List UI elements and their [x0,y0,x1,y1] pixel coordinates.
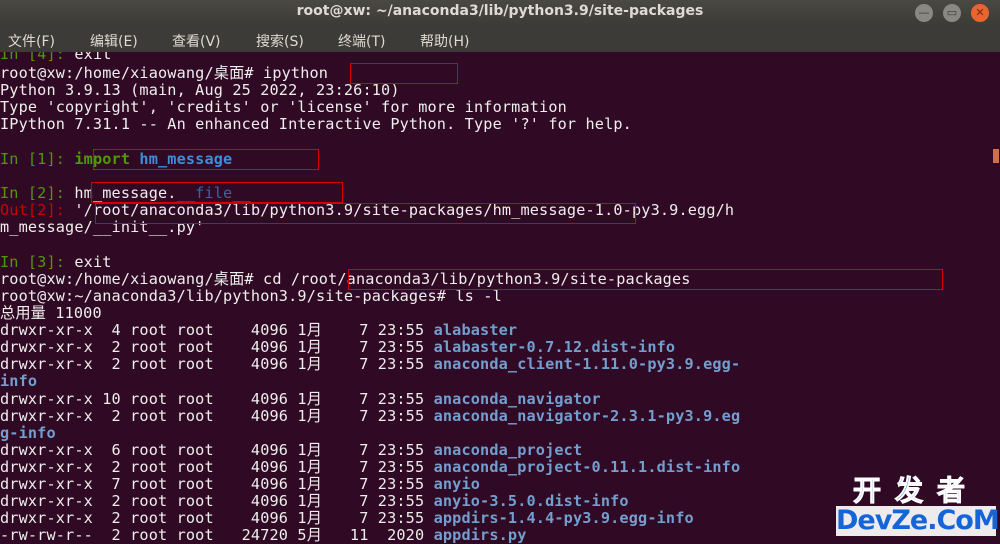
dir-name: appdirs-1.4.4-py3.9.egg-info [433,509,694,527]
ipython-in3-line: In [3]: exit [0,254,112,271]
dir-name: anaconda_client-1.11.0-py3.9.egg- [433,355,741,373]
menu-bar: 文件(F) 编辑(E) 查看(V) 搜索(S) 终端(T) 帮助(H) [0,26,1000,52]
listing-row: drwxr-xr-x 2 root root 4096 1月 7 23:55 a… [0,407,741,425]
dir-name: anyio [433,475,481,493]
listing-row: drwxr-xr-x 2 root root 4096 1月 7 23:55 a… [0,338,676,356]
dir-name: alabaster-0.7.12.dist-info [433,338,676,356]
menu-view[interactable]: 查看(V) [172,31,221,51]
close-button[interactable]: ✕ [971,4,989,22]
dir-name: anaconda_project [433,441,583,459]
dir-name: anaconda_navigator-2.3.1-py3.9.eg [433,407,741,425]
highlight-box-cd-command [348,269,943,290]
window-titlebar[interactable]: root@xw: ~/anaconda3/lib/python3.9/site-… [0,0,1000,26]
listing-row: drwxr-xr-x 2 root root 4096 1月 7 23:55 a… [0,492,629,510]
watermark-text-cn: 开发者 [852,474,979,507]
terminal-output[interactable]: In [4]: exit root@xw:/home/xiaowang/桌面# … [0,52,992,544]
menu-terminal[interactable]: 终端(T) [338,31,385,51]
ipython-info-line: IPython 7.31.1 -- An enhanced Interactiv… [0,115,632,133]
python-version-line: Python 3.9.13 (main, Aug 25 2022, 23:26:… [0,81,400,99]
terminal-scrollbar[interactable] [992,52,1000,544]
dir-name: alabaster [433,321,518,339]
ipython-prompt: In [3]: [0,253,75,271]
command-text: exit [74,253,112,271]
menu-search[interactable]: 搜索(S) [256,31,304,51]
highlight-box-file-attr [91,182,343,203]
file-name: appdirs.py [433,526,527,544]
dir-name: anaconda_navigator [433,390,601,408]
listing-row: drwxr-xr-x 4 root root 4096 1月 7 23:55 a… [0,321,518,339]
shell-prompt: root@xw:/home/xiaowang/桌面# [0,64,264,82]
menu-file[interactable]: 文件(F) [8,31,55,51]
highlight-box-import [93,149,319,170]
menu-edit[interactable]: 编辑(E) [90,31,138,51]
watermark-logo: 开发者 DevZe.CoM [836,474,1000,542]
shell-prompt: root@xw:/home/xiaowang/桌面# [0,270,264,288]
scrollbar-thumb[interactable] [993,149,999,163]
dir-name: anaconda_project-0.11.1.dist-info [433,458,741,476]
dir-name: anyio-3.5.0.dist-info [433,492,629,510]
listing-wrap: info [0,372,38,390]
listing-row: drwxr-xr-x 2 root root 4096 1月 7 23:55 a… [0,355,741,373]
listing-row: drwxr-xr-x 10 root root 4096 1月 7 23:55 … [0,390,601,408]
watermark-text-en: DevZe.CoM [836,505,1000,536]
command-text: exit [74,52,112,63]
ipython-prompt: In [4]: [0,52,75,63]
ipython-prompt: In [2]: [0,184,75,202]
listing-row: -rw-rw-r-- 2 root root 24720 5月 11 2020 … [0,526,527,544]
listing-row: drwxr-xr-x 7 root root 4096 1月 7 23:55 a… [0,475,481,493]
total-line: 总用量 11000 [0,304,102,322]
shell-line-ipython: root@xw:/home/xiaowang/桌面# ipython [0,65,328,82]
listing-row: drwxr-xr-x 2 root root 4096 1月 7 23:55 a… [0,509,694,527]
type-info-line: Type 'copyright', 'credits' or 'license'… [0,98,567,116]
ipython-in4-line: In [4]: exit [0,52,112,63]
ipython-prompt: In [1]: [0,150,75,168]
shell-line-ls: root@xw:~/anaconda3/lib/python3.9/site-p… [0,288,502,305]
highlight-box-ipython [350,63,458,84]
minimize-button[interactable]: — [915,4,933,22]
window-title: root@xw: ~/anaconda3/lib/python3.9/site-… [296,3,704,19]
highlight-box-output-path [95,203,636,224]
ipython-out-prompt: Out[2]: [0,201,75,219]
listing-row: drwxr-xr-x 6 root root 4096 1月 7 23:55 a… [0,441,583,459]
listing-wrap: g-info [0,424,56,442]
command-text: ipython [263,64,329,82]
listing-row: drwxr-xr-x 2 root root 4096 1月 7 23:55 a… [0,458,741,476]
menu-help[interactable]: 帮助(H) [420,31,469,51]
maximize-button[interactable]: ▭ [943,4,961,22]
